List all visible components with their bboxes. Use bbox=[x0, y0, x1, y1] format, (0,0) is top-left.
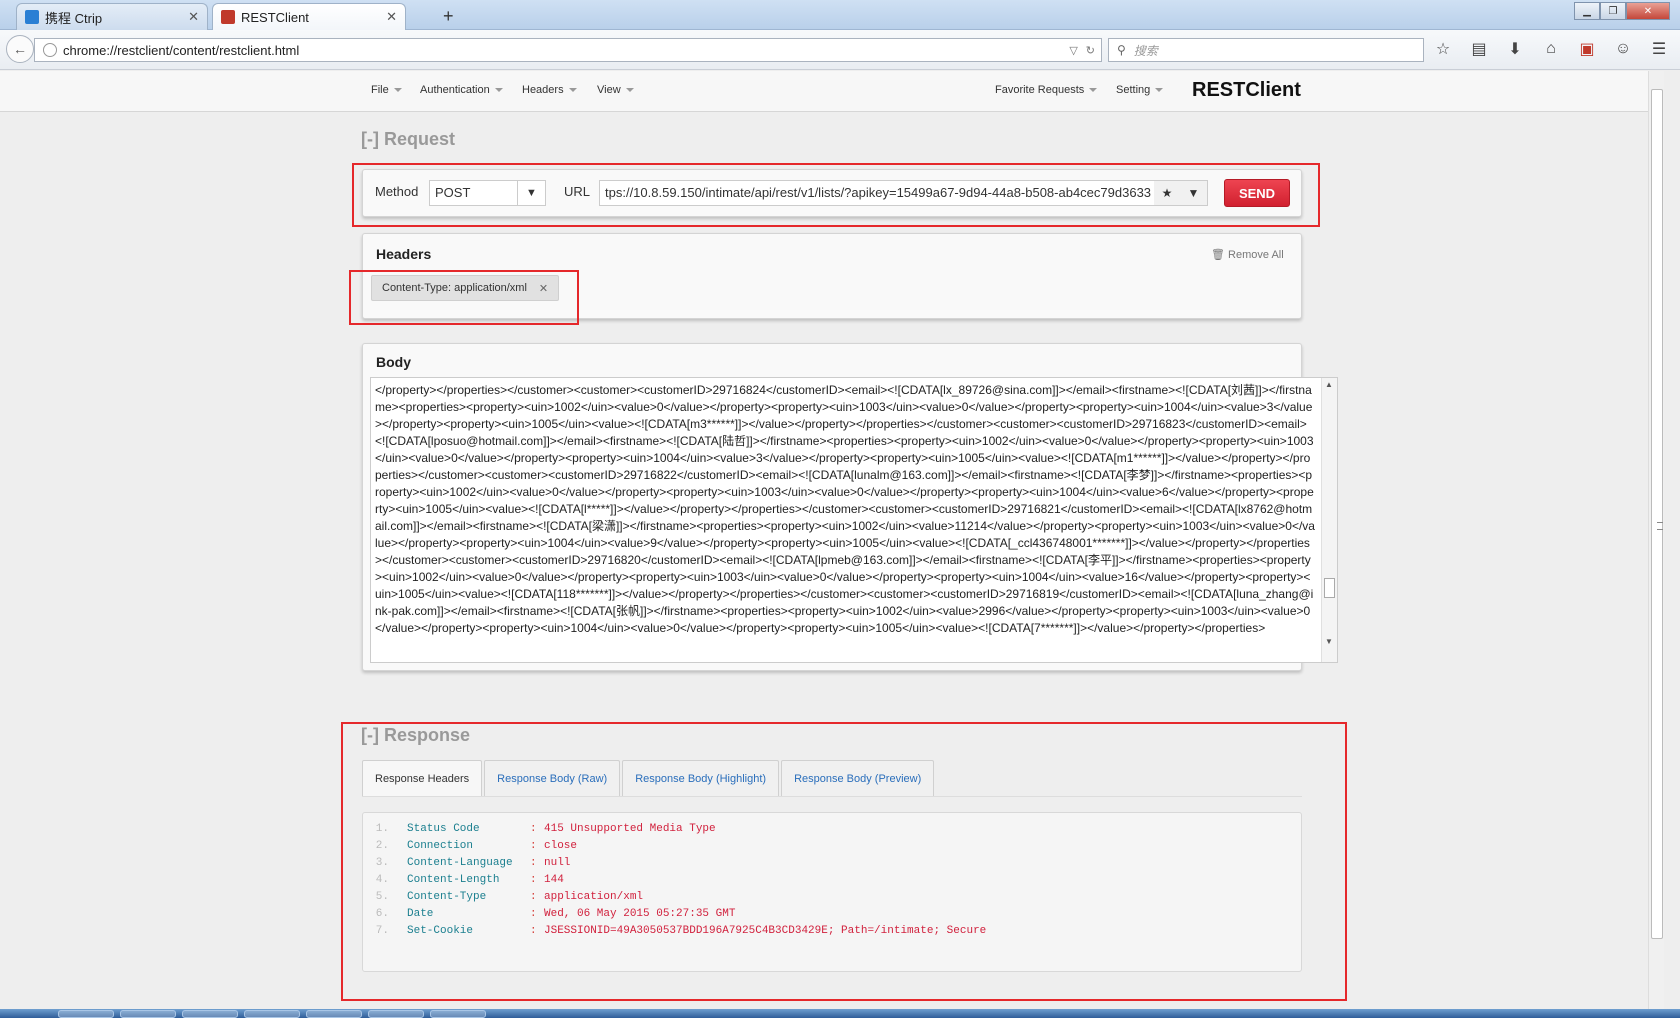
chat-icon[interactable]: ☺ bbox=[1612, 38, 1634, 60]
response-row: 3. Content-Language: null bbox=[375, 857, 571, 869]
close-window-icon[interactable]: ✕ bbox=[1626, 2, 1670, 20]
restclient-logo-icon bbox=[221, 10, 235, 24]
response-row: 7. Set-Cookie: JSESSIONID=49A3050537BDD196… bbox=[375, 925, 987, 937]
menu-favorite-requests[interactable]: Favorite Requests bbox=[995, 84, 1098, 96]
ctrip-logo-icon bbox=[25, 10, 39, 24]
response-row: 6. Date: Wed, 06 May 2015 05:27:35 GMT bbox=[375, 908, 736, 920]
browser-navbar: ← chrome://restclient/content/restclient… bbox=[0, 30, 1680, 70]
close-icon[interactable]: ✕ bbox=[386, 9, 397, 25]
response-row: 4. Content-Length:144 bbox=[375, 874, 564, 886]
back-arrow-icon[interactable]: ← bbox=[6, 35, 34, 63]
url-addon: ★ ▼ bbox=[1154, 180, 1208, 206]
taskbar-item[interactable] bbox=[182, 1010, 238, 1018]
body-textarea[interactable]: </property></properties></customer><cust… bbox=[370, 377, 1338, 663]
home-icon[interactable]: ⌂ bbox=[1540, 38, 1562, 60]
tab-ctrip[interactable]: 携程 Ctrip ✕ bbox=[16, 3, 208, 30]
tab-label: 携程 Ctrip bbox=[45, 10, 103, 26]
tab-response-body-preview[interactable]: Response Body (Preview) bbox=[781, 760, 935, 796]
headers-title: Headers bbox=[376, 246, 432, 262]
new-tab-icon[interactable]: + bbox=[443, 6, 454, 27]
app-brand: RESTClient bbox=[1192, 79, 1301, 101]
tab-response-headers[interactable]: Response Headers bbox=[362, 760, 483, 796]
minimize-icon[interactable]: ▁ bbox=[1574, 2, 1600, 20]
method-select[interactable]: POST ▼ bbox=[429, 180, 546, 206]
remove-all-button[interactable]: 🗑 Remove All bbox=[1211, 248, 1284, 261]
menu-authentication[interactable]: Authentication bbox=[420, 84, 503, 96]
request-panel: Method POST ▼ URL tps://10.8.59.150/inti… bbox=[362, 169, 1302, 217]
remove-header-icon[interactable]: ✕ bbox=[539, 282, 548, 295]
header-tag[interactable]: Content-Type: application/xml ✕ bbox=[371, 275, 560, 301]
menu-headers[interactable]: Headers bbox=[522, 84, 577, 96]
address-bar[interactable]: chrome://restclient/content/restclient.h… bbox=[34, 38, 1102, 62]
dropdown-icon[interactable]: ▽ bbox=[1069, 44, 1077, 57]
menu-view[interactable]: View bbox=[597, 84, 634, 96]
app-menubar: File Authentication Headers View Favorit… bbox=[0, 71, 1664, 112]
url-input[interactable]: tps://10.8.59.150/intimate/api/rest/v1/l… bbox=[599, 180, 1155, 206]
response-row: 5. Content-Type: application/xml bbox=[375, 891, 644, 903]
search-field[interactable]: ⚲ 搜索 bbox=[1108, 38, 1424, 62]
bookmark-star-icon[interactable]: ☆ bbox=[1432, 38, 1454, 60]
menu-icon[interactable]: ☰ bbox=[1648, 38, 1670, 60]
headers-panel: Headers 🗑 Remove All Content-Type: appli… bbox=[362, 233, 1302, 319]
page-scroll-thumb[interactable] bbox=[1651, 89, 1663, 939]
taskbar-item[interactable] bbox=[430, 1010, 486, 1018]
chevron-down-icon[interactable]: ▼ bbox=[1188, 186, 1200, 200]
search-placeholder: 搜索 bbox=[1133, 43, 1158, 58]
response-row: 1. Status Code:415 Unsupported Media Type bbox=[375, 823, 716, 835]
response-headers-box: 1. Status Code:415 Unsupported Media Type… bbox=[362, 812, 1302, 972]
address-text: chrome://restclient/content/restclient.h… bbox=[63, 42, 300, 58]
header-tag-label: Content-Type: application/xml bbox=[382, 282, 527, 294]
star-icon[interactable]: ★ bbox=[1162, 186, 1173, 200]
tab-response-body-raw[interactable]: Response Body (Raw) bbox=[484, 760, 621, 796]
method-label: Method bbox=[375, 184, 419, 199]
response-row: 2. Connection: close bbox=[375, 840, 578, 852]
scroll-up-icon[interactable]: ▲ bbox=[1325, 380, 1333, 389]
body-text: </property></properties></customer><cust… bbox=[375, 383, 1315, 635]
response-tabs: Response Headers Response Body (Raw) Res… bbox=[362, 760, 936, 796]
window-controls: ▁ ❐ ✕ bbox=[1574, 2, 1670, 20]
trash-icon: 🗑 bbox=[1211, 249, 1225, 261]
os-taskbar bbox=[0, 1009, 1680, 1018]
chevron-down-icon[interactable]: ▼ bbox=[517, 181, 545, 205]
tab-label: RESTClient bbox=[241, 9, 309, 25]
url-label: URL bbox=[564, 184, 591, 199]
page-content: File Authentication Headers View Favorit… bbox=[0, 71, 1664, 1009]
taskbar-item[interactable] bbox=[368, 1010, 424, 1018]
taskbar-item[interactable] bbox=[244, 1010, 300, 1018]
tab-response-body-highlight[interactable]: Response Body (Highlight) bbox=[622, 760, 780, 796]
send-button[interactable]: SEND bbox=[1224, 179, 1290, 207]
scroll-down-icon[interactable]: ▼ bbox=[1325, 637, 1333, 646]
restclient-toolbar-icon[interactable]: ▣ bbox=[1576, 38, 1598, 60]
method-value: POST bbox=[435, 185, 471, 200]
body-scrollbar[interactable]: ▲ ▼ bbox=[1321, 378, 1337, 662]
menu-file[interactable]: File bbox=[371, 84, 402, 96]
reload-icon[interactable]: ↻ bbox=[1086, 44, 1095, 57]
browser-tabstrip: 携程 Ctrip ✕ RESTClient ✕ + ▁ ❐ ✕ bbox=[0, 0, 1680, 30]
body-title: Body bbox=[376, 354, 411, 370]
search-icon: ⚲ bbox=[1117, 43, 1126, 57]
taskbar-item[interactable] bbox=[120, 1010, 176, 1018]
body-scroll-thumb[interactable] bbox=[1324, 578, 1335, 598]
tabs-divider bbox=[362, 796, 1302, 797]
reading-list-icon[interactable]: ▤ bbox=[1468, 38, 1490, 60]
request-section-title[interactable]: [-] Request bbox=[361, 129, 455, 150]
page-scrollbar[interactable] bbox=[1648, 71, 1664, 1009]
taskbar-item[interactable] bbox=[306, 1010, 362, 1018]
menu-setting[interactable]: Setting bbox=[1116, 84, 1164, 96]
taskbar-item[interactable] bbox=[58, 1010, 114, 1018]
response-section-title[interactable]: [-] Response bbox=[361, 725, 470, 746]
tab-restclient[interactable]: RESTClient ✕ bbox=[212, 3, 406, 30]
download-icon[interactable]: ⬇ bbox=[1504, 38, 1526, 60]
maximize-icon[interactable]: ❐ bbox=[1600, 2, 1626, 20]
globe-icon bbox=[43, 43, 57, 57]
close-icon[interactable]: ✕ bbox=[188, 9, 199, 25]
toolbar-icons: ☆ ▤ ⬇ ⌂ ▣ ☺ ☰ bbox=[1432, 38, 1670, 60]
